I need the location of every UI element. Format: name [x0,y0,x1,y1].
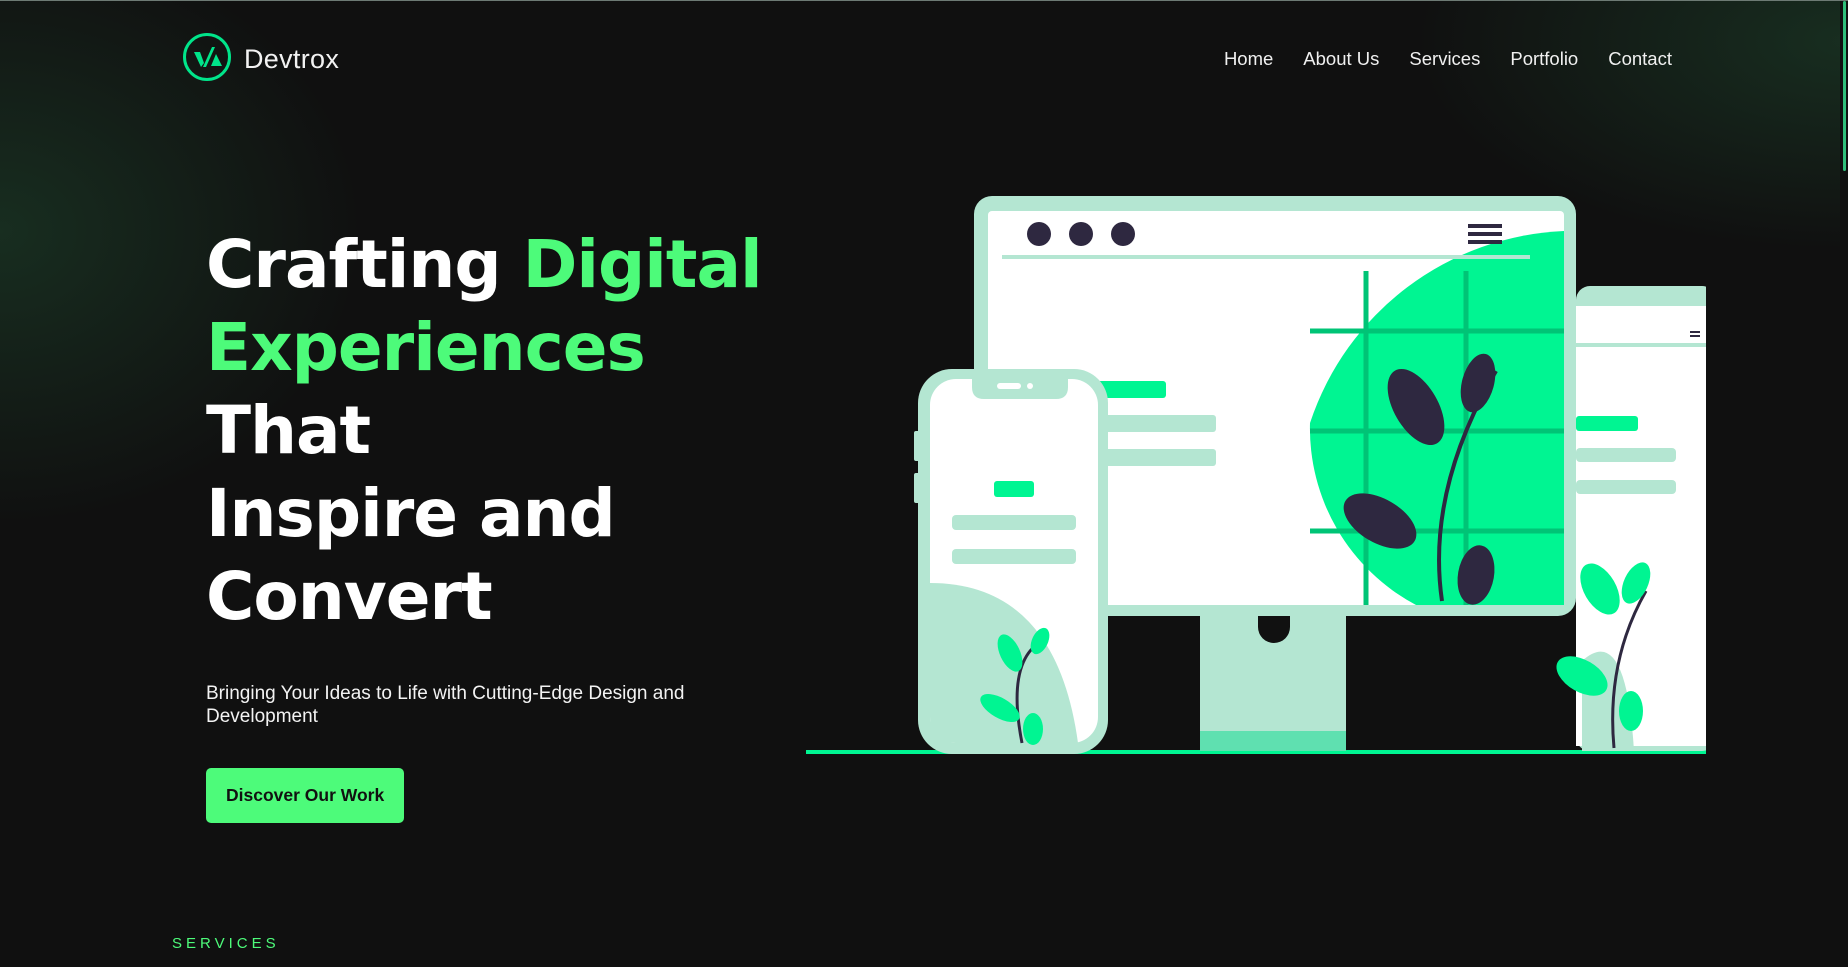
headline-text: Inspire and [206,475,616,552]
devtrox-logo-icon[interactable] [182,32,232,87]
responsive-devices-illustration [806,191,1716,766]
nav-about-us[interactable]: About Us [1303,48,1379,70]
hero-subtitle: Bringing Your Ideas to Life with Cutting… [206,683,685,727]
services-section-label: SERVICES [172,935,280,952]
scrollbar[interactable] [1840,1,1848,967]
nav-home[interactable]: Home [1224,48,1273,70]
headline-text: Convert [206,558,493,635]
brand[interactable]: Devtrox [182,32,339,87]
hero-headline: Crafting Digital Experiences That Inspire … [206,223,806,638]
headline-highlight-experiences: Experiences [206,309,646,386]
page: Devtrox Home About Us Services Portfolio… [0,0,1848,967]
discover-our-work-button[interactable]: Discover Our Work [206,768,405,823]
top-navigation: Devtrox Home About Us Services Portfolio… [182,32,1672,87]
headline-highlight-digital: Digital [522,226,763,303]
nav-services[interactable]: Services [1409,48,1480,70]
nav-contact[interactable]: Contact [1608,48,1672,70]
scrollbar-thumb[interactable] [1843,1,1846,171]
brand-name[interactable]: Devtrox [244,44,339,75]
nav-portfolio[interactable]: Portfolio [1510,48,1578,70]
nav-links: Home About Us Services Portfolio Contact [1224,48,1672,70]
hero-section: Crafting Digital Experiences That Inspire … [206,223,806,823]
headline-text: That [206,392,371,469]
headline-text: Crafting [206,226,523,303]
